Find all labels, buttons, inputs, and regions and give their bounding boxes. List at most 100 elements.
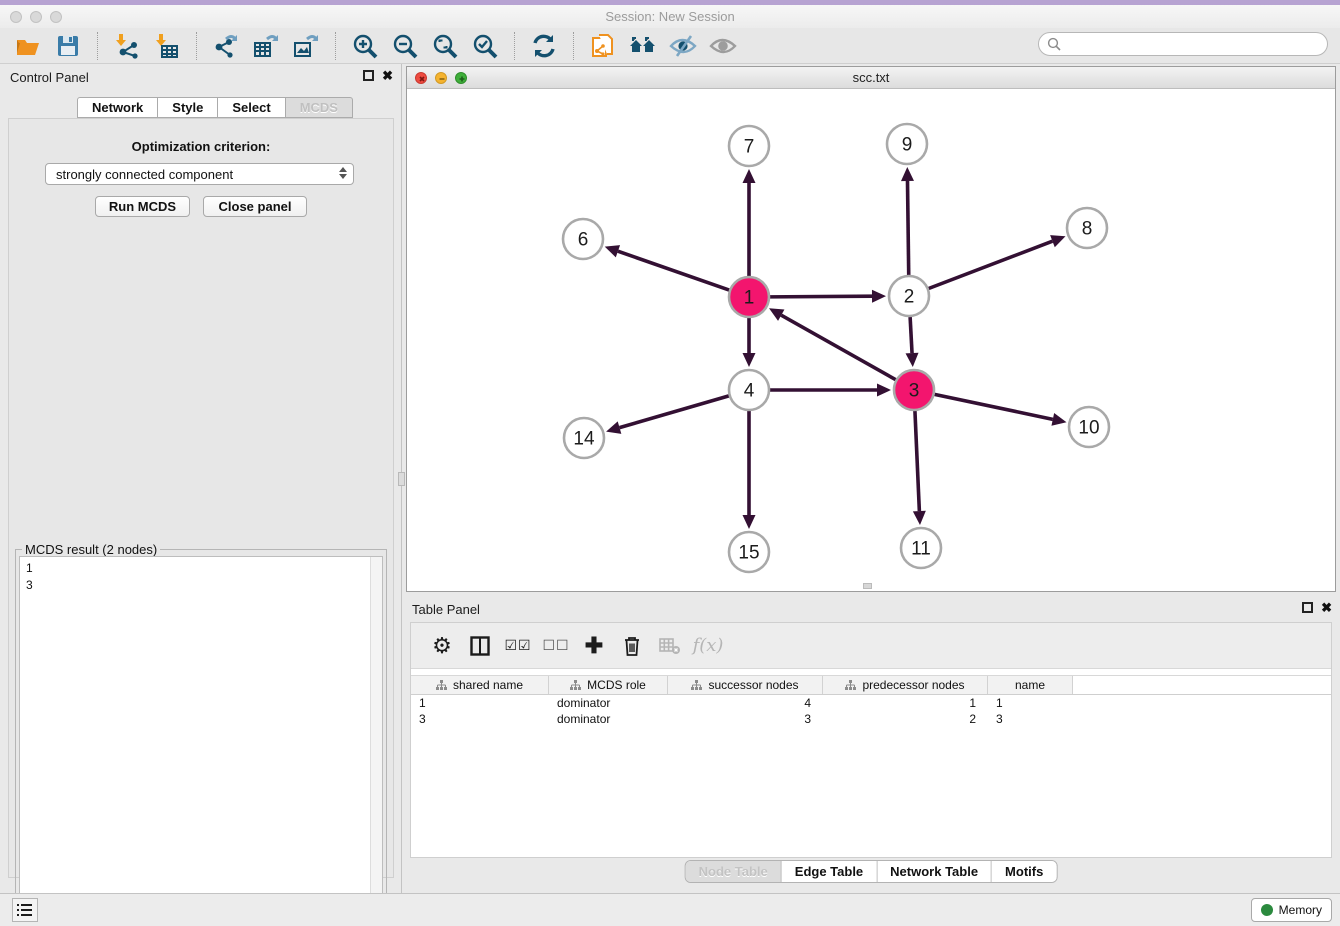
- column-header-mcds-role[interactable]: MCDS role: [549, 676, 668, 694]
- graph-node-label: 6: [578, 230, 589, 251]
- edge-arrowhead: [743, 169, 756, 183]
- column-label: MCDS role: [587, 678, 646, 692]
- gear-icon: ⚙: [432, 633, 452, 659]
- graph-edge-1-2[interactable]: [770, 296, 872, 297]
- graph-edge-1-6[interactable]: [618, 251, 729, 290]
- criterion-value: strongly connected component: [56, 167, 233, 182]
- close-panel-button[interactable]: Close panel: [203, 196, 307, 217]
- close-panel-icon[interactable]: ✖: [382, 70, 393, 81]
- table-panel-title: Table Panel: [412, 602, 480, 617]
- zoom-in-icon: [352, 33, 378, 59]
- column-header-successor-nodes[interactable]: successor nodes: [668, 676, 823, 694]
- cell-successor-nodes: 3: [668, 711, 823, 727]
- tab-network-table[interactable]: Network Table: [877, 861, 992, 882]
- edge-arrowhead: [605, 245, 620, 257]
- apply-layout-button[interactable]: [529, 31, 559, 61]
- table-row[interactable]: 3 dominator 3 2 3: [411, 711, 1331, 727]
- zoom-out-button[interactable]: [390, 31, 420, 61]
- graph-node-label: 2: [904, 287, 915, 308]
- tab-network[interactable]: Network: [77, 97, 158, 118]
- graph-edge-3-11[interactable]: [915, 411, 919, 511]
- network-window-titlebar[interactable]: scc.txt: [407, 67, 1335, 89]
- memory-status-icon: [1261, 904, 1273, 916]
- open-session-button[interactable]: [13, 31, 43, 61]
- graph-node-label: 4: [744, 381, 755, 402]
- import-network-button[interactable]: [112, 31, 142, 61]
- titlebar[interactable]: Session: New Session: [0, 5, 1340, 28]
- select-all-icon: ☑☑: [504, 637, 531, 654]
- criterion-select[interactable]: strongly connected component: [45, 163, 354, 185]
- hierarchy-icon: [691, 680, 702, 691]
- column-header-predecessor-nodes[interactable]: predecessor nodes: [823, 676, 988, 694]
- graph-edge-4-14[interactable]: [620, 396, 729, 428]
- float-panel-icon[interactable]: [363, 70, 374, 81]
- table-settings-button[interactable]: ⚙: [427, 631, 457, 661]
- tab-motifs[interactable]: Motifs: [992, 861, 1056, 882]
- delete-column-button[interactable]: [617, 631, 647, 661]
- status-bar: Memory: [0, 893, 1340, 926]
- graph-edge-3-1[interactable]: [781, 315, 895, 380]
- table-row[interactable]: 1 dominator 4 1 1: [411, 695, 1331, 711]
- import-table-button[interactable]: [152, 31, 182, 61]
- function-builder-button[interactable]: f(x): [693, 631, 723, 661]
- panel-splitter-handle[interactable]: [398, 472, 405, 486]
- hide-selected-button[interactable]: [668, 31, 698, 61]
- export-network-button[interactable]: [211, 31, 241, 61]
- zoom-out-icon: [392, 33, 418, 59]
- graph-edge-2-8[interactable]: [929, 241, 1053, 288]
- delete-table-button[interactable]: [655, 631, 685, 661]
- hierarchy-icon: [570, 680, 581, 691]
- zoom-selected-button[interactable]: [470, 31, 500, 61]
- mcds-result-groupbox: MCDS result (2 nodes) 1 3: [15, 549, 387, 926]
- memory-button[interactable]: Memory: [1251, 898, 1332, 922]
- zoom-fit-button[interactable]: [430, 31, 460, 61]
- close-panel-icon[interactable]: ✖: [1321, 602, 1332, 613]
- save-session-button[interactable]: [53, 31, 83, 61]
- graph-node-label: 9: [902, 135, 913, 156]
- mcds-result-list[interactable]: 1 3: [19, 556, 383, 925]
- apply-layout-icon: [531, 33, 557, 59]
- network-window: scc.txt 1234678910111415: [406, 66, 1336, 592]
- canvas-scrollbar-handle[interactable]: [863, 583, 872, 589]
- first-neighbors-icon: [629, 33, 657, 59]
- search-input[interactable]: [1061, 35, 1327, 53]
- toolbar-separator: [196, 32, 197, 60]
- tab-edge-table[interactable]: Edge Table: [782, 861, 877, 882]
- column-header-name[interactable]: name: [988, 676, 1073, 694]
- table-toolbar: ⚙ ☑☑ ☐☐ ✚ f(x): [411, 623, 1331, 669]
- show-all-button[interactable]: [708, 31, 738, 61]
- first-neighbors-button[interactable]: [628, 31, 658, 61]
- split-panel-button[interactable]: [465, 631, 495, 661]
- toolbar-separator: [335, 32, 336, 60]
- float-panel-icon[interactable]: [1302, 602, 1313, 613]
- search-field[interactable]: [1038, 32, 1328, 56]
- add-column-button[interactable]: ✚: [579, 631, 609, 661]
- tab-select[interactable]: Select: [218, 97, 285, 118]
- duplicate-network-button[interactable]: [588, 31, 618, 61]
- export-network-icon: [213, 33, 239, 59]
- export-image-button[interactable]: [291, 31, 321, 61]
- column-header-shared-name[interactable]: shared name: [411, 676, 549, 694]
- graph-edge-3-10[interactable]: [935, 394, 1053, 419]
- graph-node-label: 8: [1082, 219, 1093, 240]
- result-scrollbar[interactable]: [370, 557, 382, 924]
- zoom-in-button[interactable]: [350, 31, 380, 61]
- task-history-button[interactable]: [12, 898, 38, 922]
- mcds-result-line: 3: [26, 577, 376, 594]
- deselect-all-button[interactable]: ☐☐: [541, 631, 571, 661]
- run-mcds-button[interactable]: Run MCDS: [95, 196, 190, 217]
- edge-arrowhead: [901, 167, 914, 181]
- export-table-button[interactable]: [251, 31, 281, 61]
- tab-node-table[interactable]: Node Table: [686, 861, 782, 882]
- tab-style[interactable]: Style: [158, 97, 218, 118]
- export-image-icon: [293, 33, 319, 59]
- show-all-icon: [709, 33, 737, 59]
- network-canvas[interactable]: 1234678910111415: [407, 89, 1335, 591]
- select-all-button[interactable]: ☑☑: [503, 631, 533, 661]
- toolbar-separator: [573, 32, 574, 60]
- search-icon: [1047, 37, 1061, 51]
- graph-edge-2-9[interactable]: [907, 181, 908, 275]
- tab-mcds[interactable]: MCDS: [286, 97, 353, 118]
- delete-table-icon: [659, 637, 681, 655]
- graph-edge-2-3[interactable]: [910, 317, 912, 353]
